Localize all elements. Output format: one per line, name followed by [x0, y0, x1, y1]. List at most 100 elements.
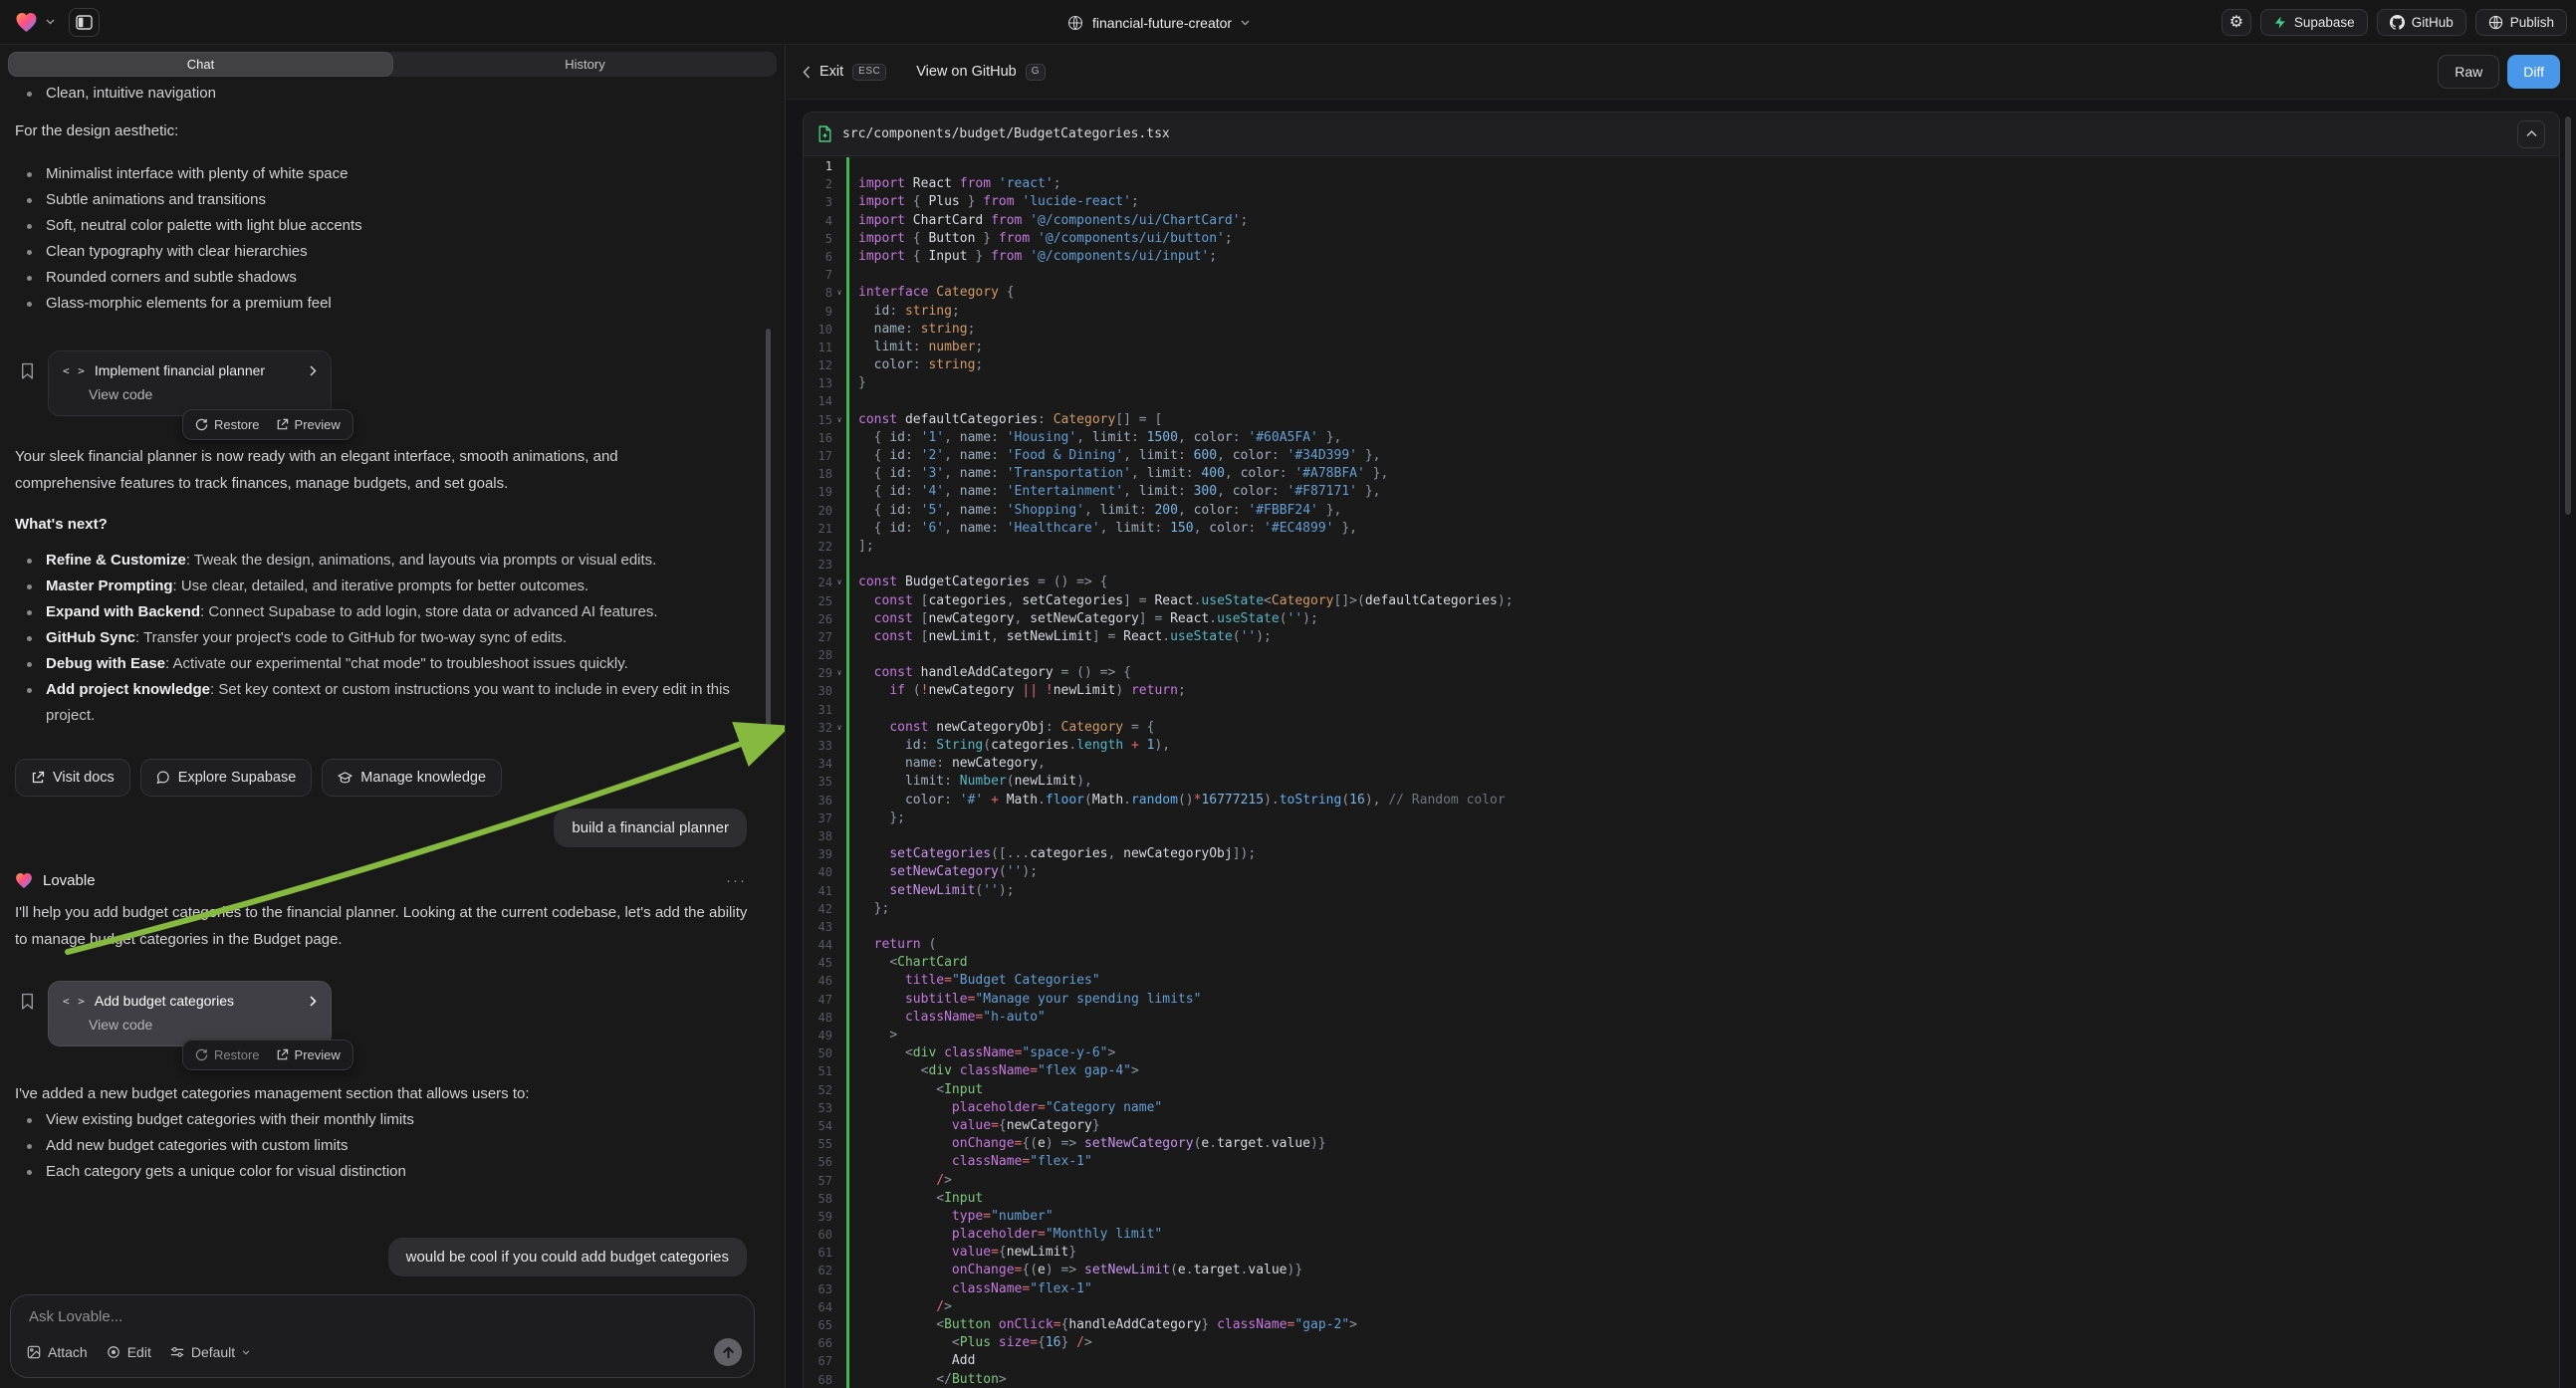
code-line: 23 — [804, 556, 2559, 574]
composer[interactable]: Attach Edit Default — [10, 1294, 755, 1378]
code-line: 39 setCategories([...categories, newCate… — [804, 845, 2559, 863]
lovable-logo-icon[interactable] — [15, 12, 38, 33]
code-line: 50 <div className="space-y-6"> — [804, 1044, 2559, 1062]
code-line: 12 color: string; — [804, 356, 2559, 374]
sidebar-toggle-button[interactable] — [69, 8, 100, 37]
top-bar: financial-future-creator ⚙ Supabase GitH… — [0, 0, 2576, 45]
assistant-ready-text: Your sleek financial planner is now read… — [15, 443, 712, 497]
code-line: 17 { id: '2', name: 'Food & Dining', lim… — [804, 447, 2559, 465]
code-line: 44 return ( — [804, 936, 2559, 954]
supabase-label: Supabase — [2294, 15, 2355, 30]
chat-scrollbar[interactable] — [766, 329, 771, 747]
mode-label: Default — [191, 1344, 235, 1360]
code-line: 6import { Input } from '@/components/ui/… — [804, 248, 2559, 266]
chat-input[interactable] — [29, 1308, 626, 1325]
esc-key-badge: ESC — [852, 64, 886, 81]
view-on-github-label: View on GitHub — [916, 64, 1016, 80]
code-line: 45 <ChartCard — [804, 954, 2559, 972]
project-name: financial-future-creator — [1092, 15, 1232, 31]
chat-panel: Chat History Clean, intuitive navigation… — [0, 45, 786, 1388]
code-editor: 12import React from 'react';3import { Pl… — [804, 157, 2559, 1388]
code-line: 63 className="flex-1" — [804, 1280, 2559, 1298]
code-scrollbar[interactable] — [2565, 116, 2571, 515]
publish-globe-icon — [2488, 15, 2503, 30]
list-item: Clean, intuitive navigation — [0, 81, 757, 107]
restore-button[interactable]: Restore — [195, 417, 260, 432]
view-code-link[interactable]: View code — [63, 1017, 317, 1033]
restore-preview-bar: Restore Preview — [182, 1040, 353, 1070]
code-icon: < > — [63, 364, 86, 377]
version-card-implement-financial-planner[interactable]: < > Implement financial planner View cod… — [48, 350, 332, 416]
edit-button[interactable]: Edit — [107, 1344, 151, 1360]
code-line: 24∨const BudgetCategories = () => { — [804, 574, 2559, 591]
code-line: 53 placeholder="Category name" — [804, 1099, 2559, 1117]
code-line: 27 const [newLimit, setNewLimit] = React… — [804, 628, 2559, 646]
code-line: 47 subtitle="Manage your spending limits… — [804, 991, 2559, 1009]
code-line: 52 <Input — [804, 1081, 2559, 1099]
assistant-intro-text: I'll help you add budget categories to t… — [15, 899, 758, 953]
visit-docs-label: Visit docs — [53, 770, 115, 786]
send-button[interactable] — [714, 1338, 742, 1366]
message-menu-button[interactable]: ··· — [726, 872, 747, 889]
tab-chat[interactable]: Chat — [8, 52, 393, 77]
view-on-github-button[interactable]: View on GitHub G — [916, 64, 1046, 81]
bookmark-icon[interactable] — [20, 350, 35, 416]
sliders-icon — [170, 1346, 184, 1358]
code-line: 68 </Button> — [804, 1371, 2559, 1388]
code-line: 43 — [804, 918, 2559, 936]
list-item: Minimalist interface with plenty of whit… — [0, 161, 757, 187]
code-line: 30 if (!newCategory || !newLimit) return… — [804, 682, 2559, 700]
manage-knowledge-label: Manage knowledge — [360, 770, 486, 786]
file-path: src/components/budget/BudgetCategories.t… — [842, 126, 1170, 141]
code-line: 26 const [newCategory, setNewCategory] =… — [804, 610, 2559, 628]
code-line: 5import { Button } from '@/components/ui… — [804, 230, 2559, 248]
logo-chevron-down-icon[interactable] — [46, 19, 55, 25]
version-card-add-budget-categories[interactable]: < > Add budget categories View code — [48, 981, 332, 1046]
diff-toggle-button[interactable]: Diff — [2507, 55, 2560, 89]
code-line: 13} — [804, 374, 2559, 392]
code-line: 41 setNewLimit(''); — [804, 882, 2559, 900]
raw-toggle-button[interactable]: Raw — [2438, 55, 2499, 89]
code-line: 4import ChartCard from '@/components/ui/… — [804, 212, 2559, 230]
preview-button[interactable]: Preview — [276, 417, 341, 432]
chevron-right-icon — [310, 365, 317, 376]
github-icon — [2390, 15, 2405, 30]
code-line: 21 { id: '6', name: 'Healthcare', limit:… — [804, 520, 2559, 538]
tab-history[interactable]: History — [393, 52, 777, 77]
mode-selector[interactable]: Default — [170, 1344, 250, 1360]
design-heading: For the design aesthetic: — [15, 122, 178, 139]
restore-button[interactable]: Restore — [195, 1047, 260, 1062]
file-header[interactable]: src/components/budget/BudgetCategories.t… — [804, 113, 2559, 156]
settings-gear-button[interactable]: ⚙ — [2222, 9, 2251, 36]
list-item: Expand with Backend: Connect Supabase to… — [0, 599, 757, 625]
code-line: 33 id: String(categories.length + 1), — [804, 737, 2559, 755]
code-line: 61 value={newLimit} — [804, 1244, 2559, 1262]
code-line: 19 { id: '4', name: 'Entertainment', lim… — [804, 483, 2559, 501]
collapse-chevron-button[interactable] — [2517, 120, 2545, 148]
code-line: 37 }; — [804, 810, 2559, 827]
code-line: 57 /> — [804, 1172, 2559, 1190]
project-selector[interactable]: financial-future-creator — [1067, 0, 1250, 45]
attach-button[interactable]: Attach — [27, 1344, 88, 1360]
code-line: 48 className="h-auto" — [804, 1009, 2559, 1027]
code-line: 65 <Button onClick={handleAddCategory} c… — [804, 1316, 2559, 1334]
code-header: Exit ESC View on GitHub G Raw Diff — [787, 45, 2576, 100]
exit-button[interactable]: Exit ESC — [803, 64, 886, 81]
version-card-2-wrap: < > Add budget categories View code Rest… — [20, 981, 332, 1046]
explore-supabase-button[interactable]: Explore Supabase — [140, 759, 313, 797]
list-item: Add project knowledge: Set key context o… — [0, 677, 757, 729]
list-item: Subtle animations and transitions — [0, 187, 757, 213]
view-code-link[interactable]: View code — [63, 386, 317, 402]
github-button[interactable]: GitHub — [2377, 9, 2466, 36]
publish-button[interactable]: Publish — [2475, 9, 2567, 36]
bookmark-icon[interactable] — [20, 981, 35, 1046]
diff-added-bar — [846, 157, 849, 1388]
assistant-name: Lovable — [43, 872, 96, 889]
manage-knowledge-button[interactable]: Manage knowledge — [322, 759, 502, 797]
visit-docs-button[interactable]: Visit docs — [15, 759, 130, 797]
supabase-button[interactable]: Supabase — [2260, 9, 2368, 36]
g-key-badge: G — [1026, 64, 1046, 81]
preview-button[interactable]: Preview — [276, 1047, 341, 1062]
restore-label: Restore — [214, 1047, 260, 1062]
code-line: 56 className="flex-1" — [804, 1153, 2559, 1171]
